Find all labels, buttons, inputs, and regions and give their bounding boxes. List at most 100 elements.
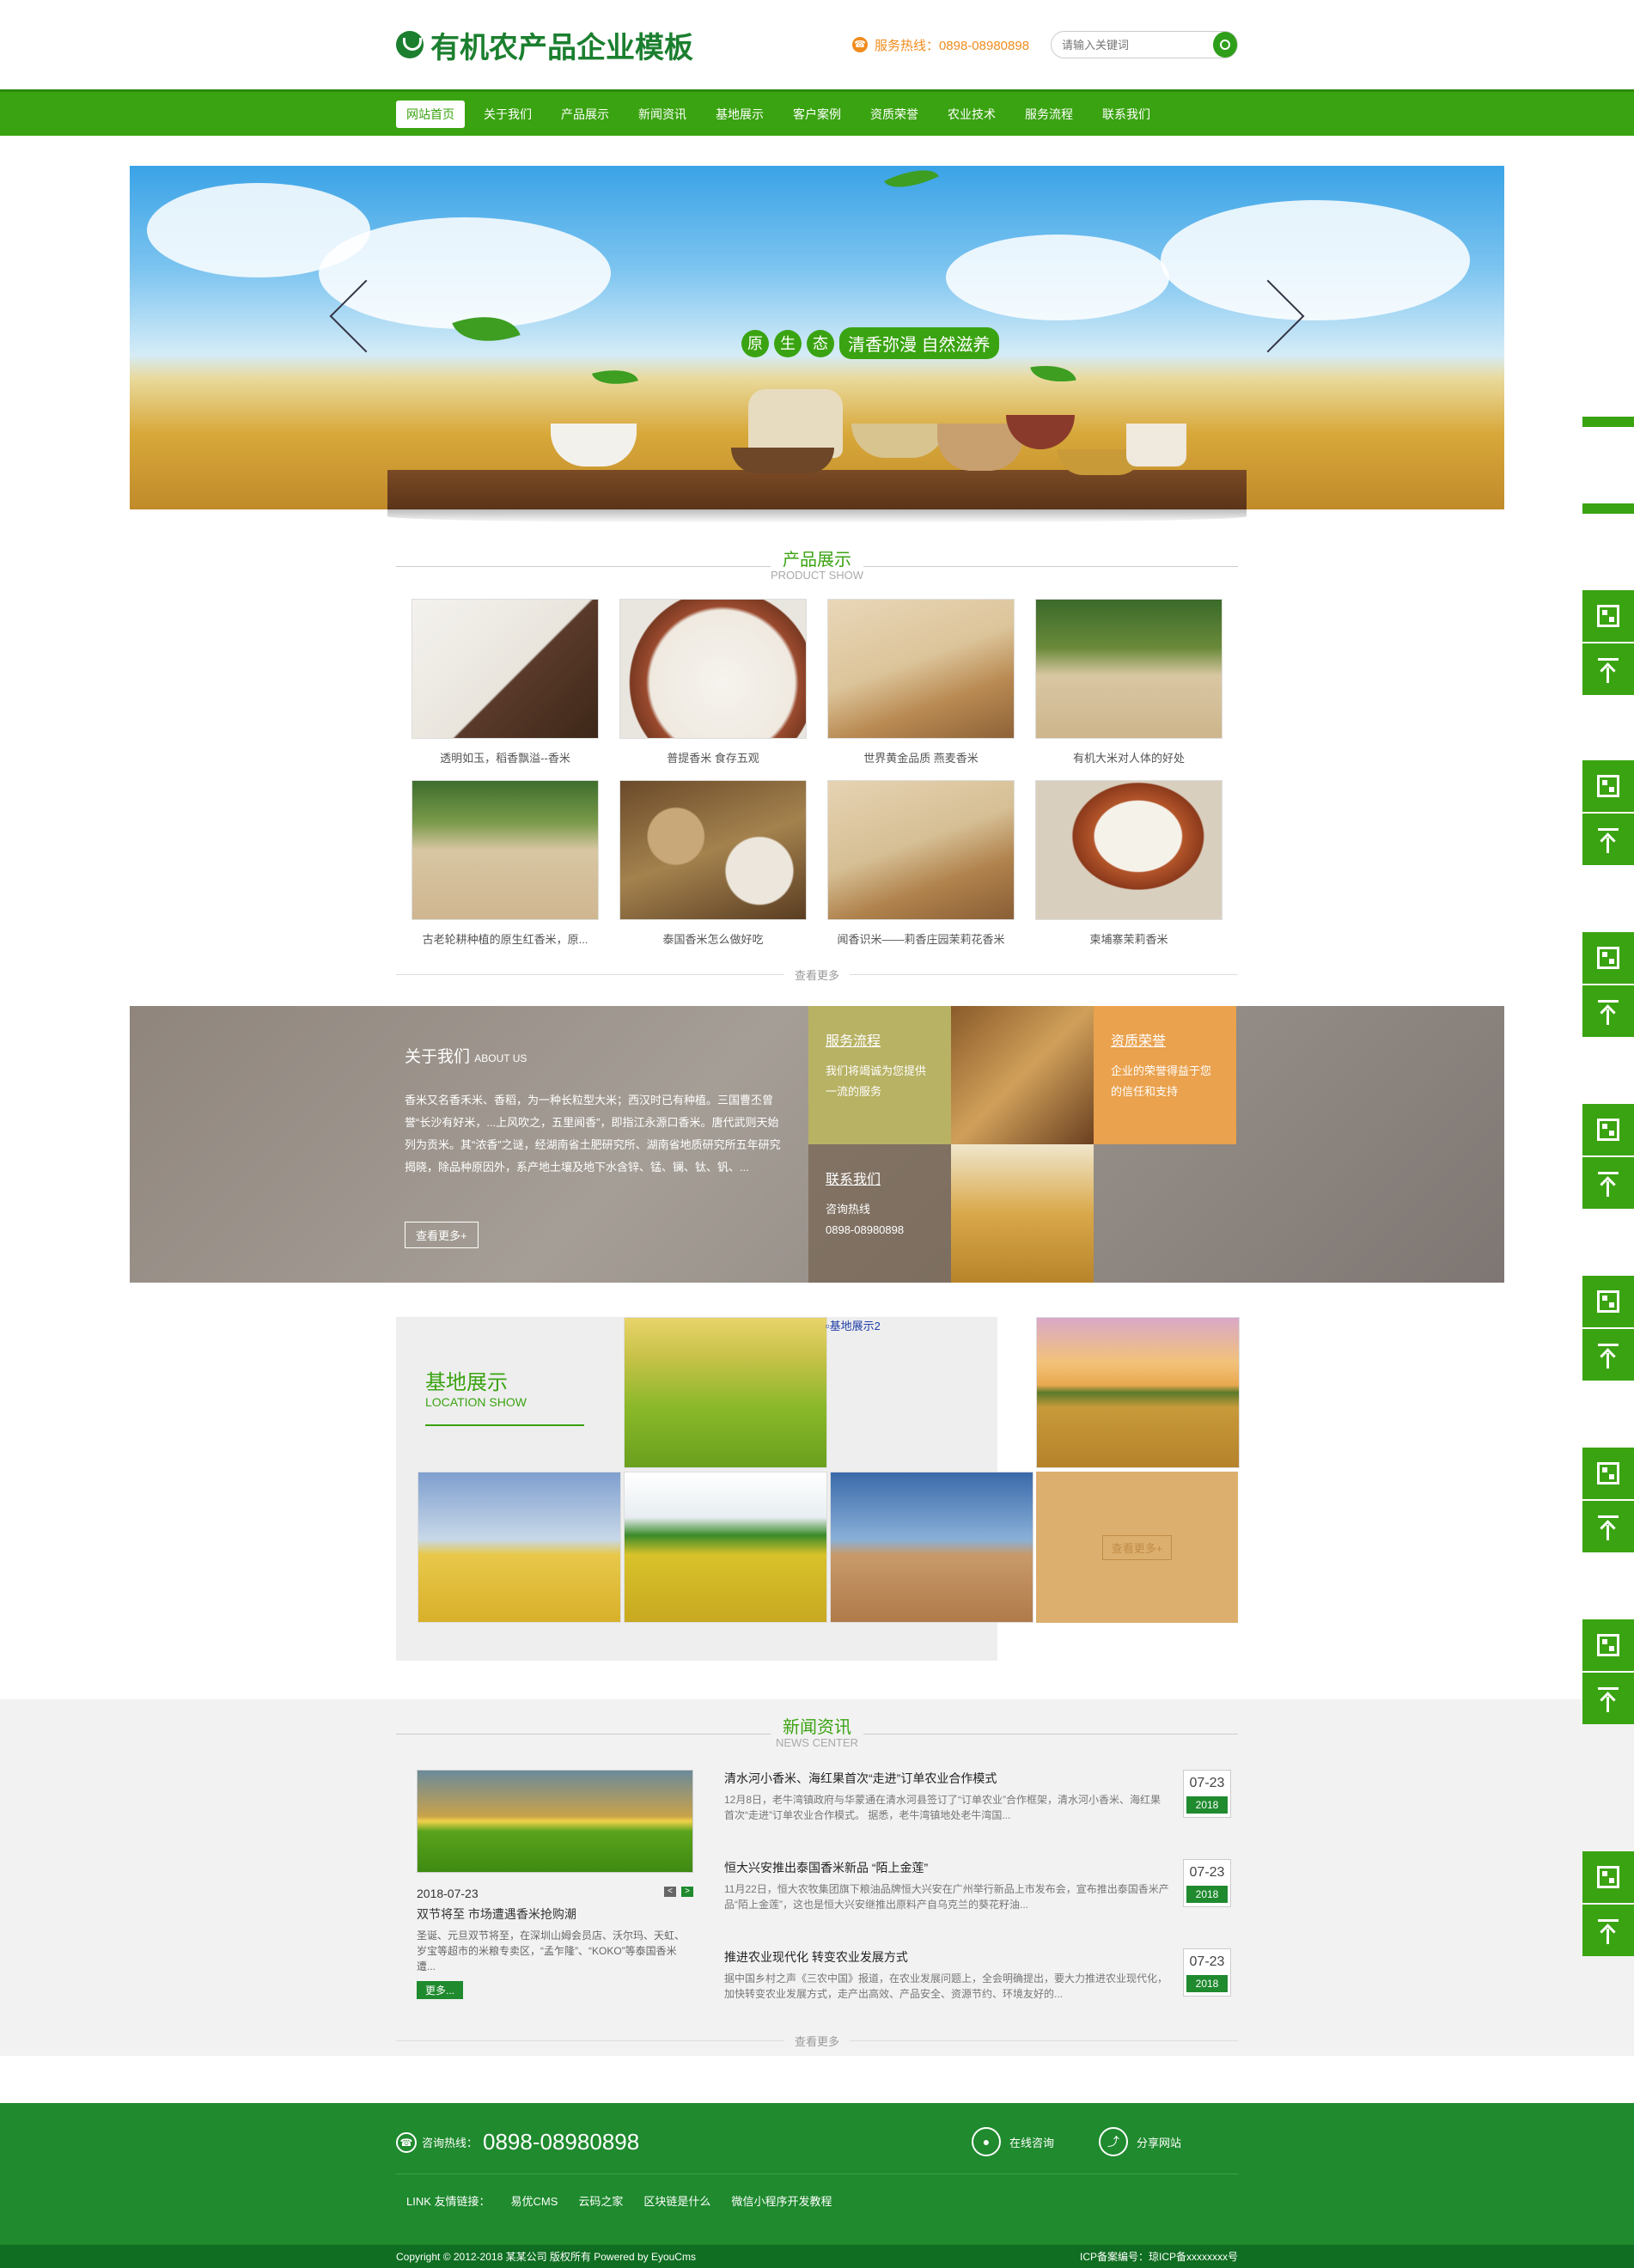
site-logo[interactable]: 有机农产品企业模板	[396, 24, 693, 66]
product-card[interactable]: 有机大米对人体的好处	[1035, 599, 1222, 765]
nav-contact[interactable]: 联系我们	[1092, 101, 1161, 128]
phone-icon: ☎	[851, 37, 868, 52]
tile-honors[interactable]: 资质荣誉 企业的荣誉得益于您的信任和支持	[1094, 1006, 1236, 1144]
product-card[interactable]: 泰国香米怎么做好吃	[619, 780, 807, 946]
base-image[interactable]	[830, 1472, 1033, 1623]
news-section: 新闻资讯 NEWS CENTER 2018-07-23 < > 双节将至 市场遭…	[0, 1699, 1634, 2056]
about-section: 关于我们 ABOUT US 香米又名香禾米、香稻，为一种长粒型大米；西汉时已有种…	[130, 1006, 1504, 1283]
qr-code-button[interactable]	[1582, 1851, 1634, 1903]
products-more[interactable]: 查看更多	[396, 966, 1238, 984]
qr-code-button[interactable]	[1582, 1104, 1634, 1155]
back-to-top-button[interactable]	[1582, 814, 1634, 865]
news-item[interactable]: 恒大兴安推出泰国香米新品 “陌上金莲” 11月22日，恒大农牧集团旗下粮油品牌恒…	[724, 1859, 1238, 1948]
product-image[interactable]	[412, 780, 599, 920]
product-image[interactable]	[619, 599, 807, 739]
cloud-decoration	[946, 235, 1169, 320]
base-image[interactable]	[418, 1472, 621, 1623]
product-card[interactable]: 普提香米 食存五观	[619, 599, 807, 765]
product-image[interactable]	[412, 599, 599, 739]
search-icon	[1219, 40, 1230, 50]
product-caption[interactable]: 普提香米 食存五观	[619, 749, 807, 765]
pager-next-icon[interactable]: >	[681, 1887, 693, 1897]
copyright-text: Copyright © 2012-2018 某某公司 版权所有 Powered …	[396, 2251, 696, 2263]
base-image[interactable]	[1036, 1317, 1240, 1468]
back-to-top-button[interactable]	[1582, 985, 1634, 1037]
base-image[interactable]	[624, 1317, 827, 1468]
news-more[interactable]: 查看更多	[396, 2033, 1238, 2050]
base-more-tile[interactable]: 查看更多+	[1036, 1472, 1238, 1623]
friend-link[interactable]: 区块链是什么	[643, 2192, 710, 2209]
friend-link[interactable]: 易优CMS	[511, 2192, 558, 2209]
product-card[interactable]: 世界黄金品质 燕麦香米	[827, 599, 1015, 765]
chat-icon: ●	[972, 2127, 1001, 2156]
base-more-button[interactable]: 查看更多+	[1101, 1534, 1173, 1560]
friend-link[interactable]: 微信小程序开发教程	[731, 2192, 832, 2209]
nav-about[interactable]: 关于我们	[473, 101, 542, 128]
back-to-top-button[interactable]	[1582, 1673, 1634, 1724]
featured-news-image[interactable]	[417, 1770, 693, 1873]
product-image[interactable]	[619, 780, 807, 920]
back-to-top-button[interactable]	[1582, 1905, 1634, 1956]
phone-icon: ☎	[396, 2131, 417, 2153]
qr-code-button[interactable]	[1582, 932, 1634, 984]
news-item[interactable]: 清水河小香米、海红果首次“走进”订单农业合作模式 12月8日，老牛湾镇政府与华蒙…	[724, 1770, 1238, 1859]
nav-home[interactable]: 网站首页	[396, 100, 465, 128]
product-caption[interactable]: 闻香识米——莉香庄园茉莉花香米	[827, 930, 1015, 946]
product-caption[interactable]: 有机大米对人体的好处	[1035, 749, 1222, 765]
back-to-top-icon	[1598, 1000, 1619, 1025]
base-image[interactable]	[624, 1472, 827, 1623]
qr-code-button[interactable]	[1582, 1448, 1634, 1499]
qr-code-button[interactable]	[1582, 1276, 1634, 1327]
back-to-top-button[interactable]	[1582, 1157, 1634, 1209]
search-input[interactable]	[1061, 38, 1213, 52]
back-to-top-button[interactable]	[1582, 1329, 1634, 1381]
featured-news-meta: 2018-07-23 < >	[417, 1887, 693, 1900]
qr-code-button[interactable]	[1582, 590, 1634, 642]
nav-news[interactable]: 新闻资讯	[628, 101, 697, 128]
nav-service[interactable]: 服务流程	[1015, 101, 1083, 128]
product-image[interactable]	[827, 780, 1015, 920]
news-body: 2018-07-23 < > 双节将至 市场遭遇香米抢购潮 圣诞、元旦双节将至，…	[396, 1770, 1238, 2027]
product-caption[interactable]: 泰国香米怎么做好吃	[619, 930, 807, 946]
product-card[interactable]: 闻香识米——莉香庄园茉莉花香米	[827, 780, 1015, 946]
service-hotline: ☎ 服务热线：0898-08980898	[851, 36, 1029, 54]
product-image[interactable]	[1035, 599, 1222, 739]
product-card[interactable]: 古老轮耕种植的原生红香米，原...	[412, 780, 599, 946]
product-caption[interactable]: 世界黄金品质 燕麦香米	[827, 749, 1015, 765]
side-float-group	[1582, 590, 1634, 697]
nav-tech[interactable]: 农业技术	[937, 101, 1006, 128]
tile-service[interactable]: 服务流程 我们将竭诚为您提供一流的服务	[808, 1006, 951, 1144]
about-more-button[interactable]: 查看更多+	[405, 1222, 479, 1248]
hero-banner: 原 生 态 清香弥漫 自然滋养	[130, 166, 1504, 509]
base-image-broken[interactable]: ▫基地展示2	[826, 1317, 1023, 1468]
news-item[interactable]: 推进农业现代化 转变农业发展方式 据中国乡村之声《三农中国》报道，在农业发展问题…	[724, 1948, 1238, 2038]
product-card[interactable]: 透明如玉，稻香飘溢--香米	[412, 599, 599, 765]
qr-code-button[interactable]	[1582, 760, 1634, 812]
nav-cases[interactable]: 客户案例	[783, 101, 851, 128]
product-caption[interactable]: 古老轮耕种植的原生红香米，原...	[412, 930, 599, 946]
back-to-top-button[interactable]	[1582, 643, 1634, 695]
product-image[interactable]	[1035, 780, 1222, 920]
product-caption[interactable]: 柬埔寨茉莉香米	[1035, 930, 1222, 946]
about-tiles: 服务流程 我们将竭诚为您提供一流的服务 资质荣誉 企业的荣誉得益于您的信任和支持…	[808, 1006, 1238, 1283]
product-card[interactable]: 柬埔寨茉莉香米	[1035, 780, 1222, 946]
nav-products[interactable]: 产品展示	[551, 101, 619, 128]
online-consult-button[interactable]: ● 在线咨询	[972, 2127, 1054, 2156]
pager-prev-icon[interactable]: <	[664, 1887, 676, 1897]
side-tab[interactable]	[1582, 503, 1634, 514]
featured-news-title[interactable]: 双节将至 市场遭遇香米抢购潮	[417, 1905, 693, 1923]
friend-link[interactable]: 云码之家	[578, 2192, 623, 2209]
side-tab[interactable]	[1582, 417, 1634, 427]
icp-text[interactable]: ICP备案编号：琼ICP备xxxxxxxx号	[1080, 2249, 1238, 2264]
grain-photo	[951, 1006, 1094, 1144]
featured-more-button[interactable]: 更多...	[417, 1981, 464, 1999]
product-caption[interactable]: 透明如玉，稻香飘溢--香米	[412, 749, 599, 765]
tile-contact[interactable]: 联系我们 咨询热线 0898-08980898	[808, 1144, 951, 1283]
share-button[interactable]: ⤴ 分享网站	[1099, 2127, 1181, 2156]
product-image[interactable]	[827, 599, 1015, 739]
nav-honors[interactable]: 资质荣誉	[860, 101, 929, 128]
qr-code-button[interactable]	[1582, 1619, 1634, 1671]
nav-base[interactable]: 基地展示	[705, 101, 774, 128]
back-to-top-button[interactable]	[1582, 1501, 1634, 1552]
search-button[interactable]	[1212, 32, 1237, 58]
